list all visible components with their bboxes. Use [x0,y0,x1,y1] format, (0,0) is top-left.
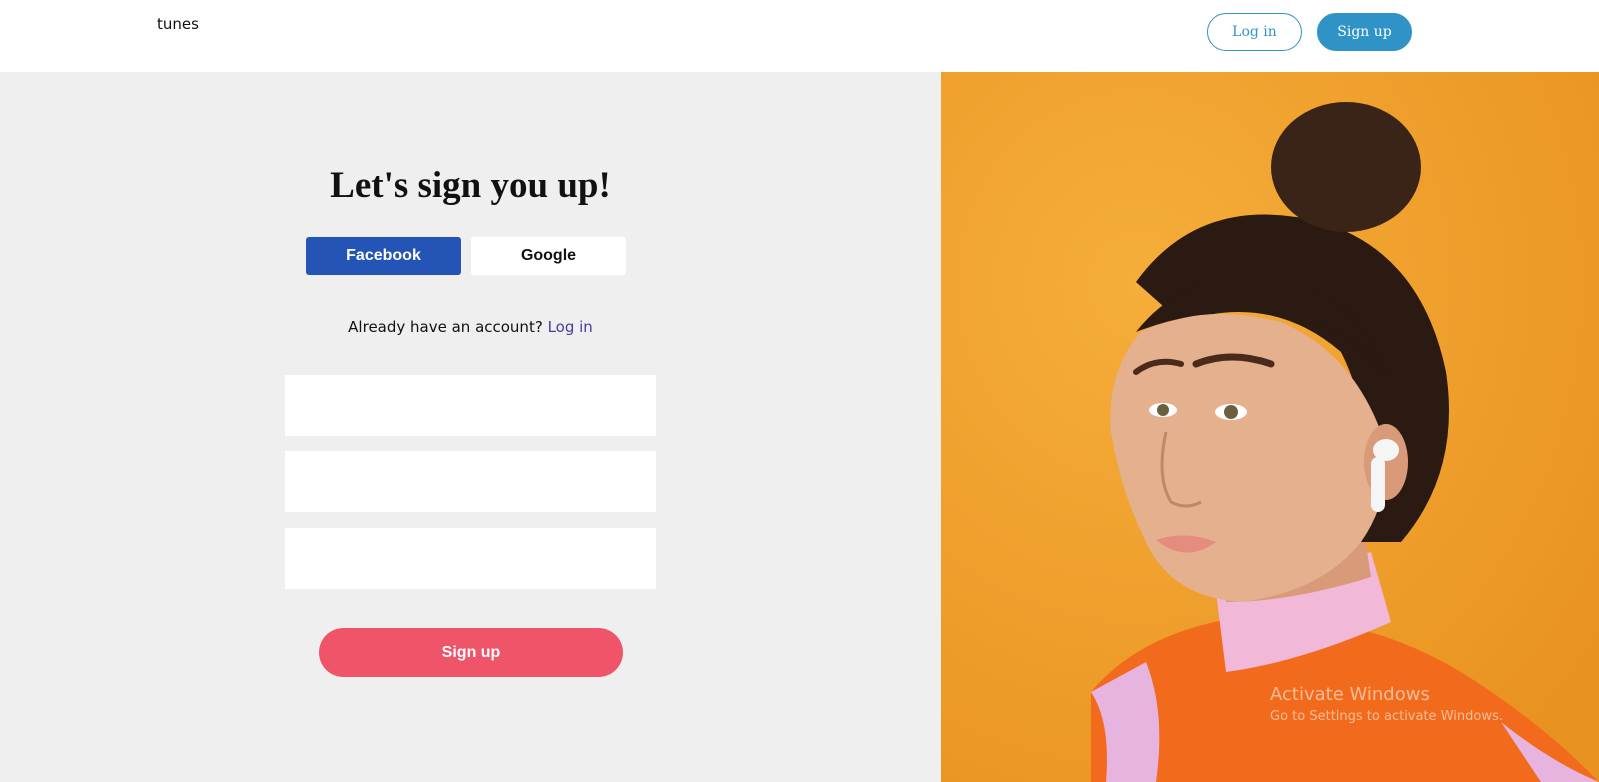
signup-field-1[interactable] [285,375,656,436]
signup-field-2[interactable] [285,451,656,512]
already-account-text: Already have an account? Log in [0,318,941,336]
header-login-button[interactable]: Log in [1207,13,1302,51]
facebook-button[interactable]: Facebook [306,237,461,275]
signup-field-3[interactable] [285,528,656,589]
woman-portrait-illustration [941,72,1599,782]
already-account-label: Already have an account? [348,318,543,336]
page-title: Let's sign you up! [330,165,611,206]
hero-image: Activate Windows Go to Settings to activ… [941,72,1599,782]
signup-submit-button[interactable]: Sign up [319,628,623,677]
brand-logo[interactable]: tunes [157,15,199,33]
header-signup-button[interactable]: Sign up [1317,13,1412,51]
top-nav: tunes Log in Sign up [0,0,1599,72]
google-button[interactable]: Google [471,237,626,275]
watermark-title: Activate Windows [1270,684,1430,705]
login-link[interactable]: Log in [548,318,593,336]
watermark-subtitle: Go to Settings to activate Windows. [1270,709,1503,724]
windows-activation-watermark: Activate Windows Go to Settings to activ… [1270,684,1503,724]
signup-panel: Let's sign you up! Facebook Google Alrea… [0,72,941,782]
